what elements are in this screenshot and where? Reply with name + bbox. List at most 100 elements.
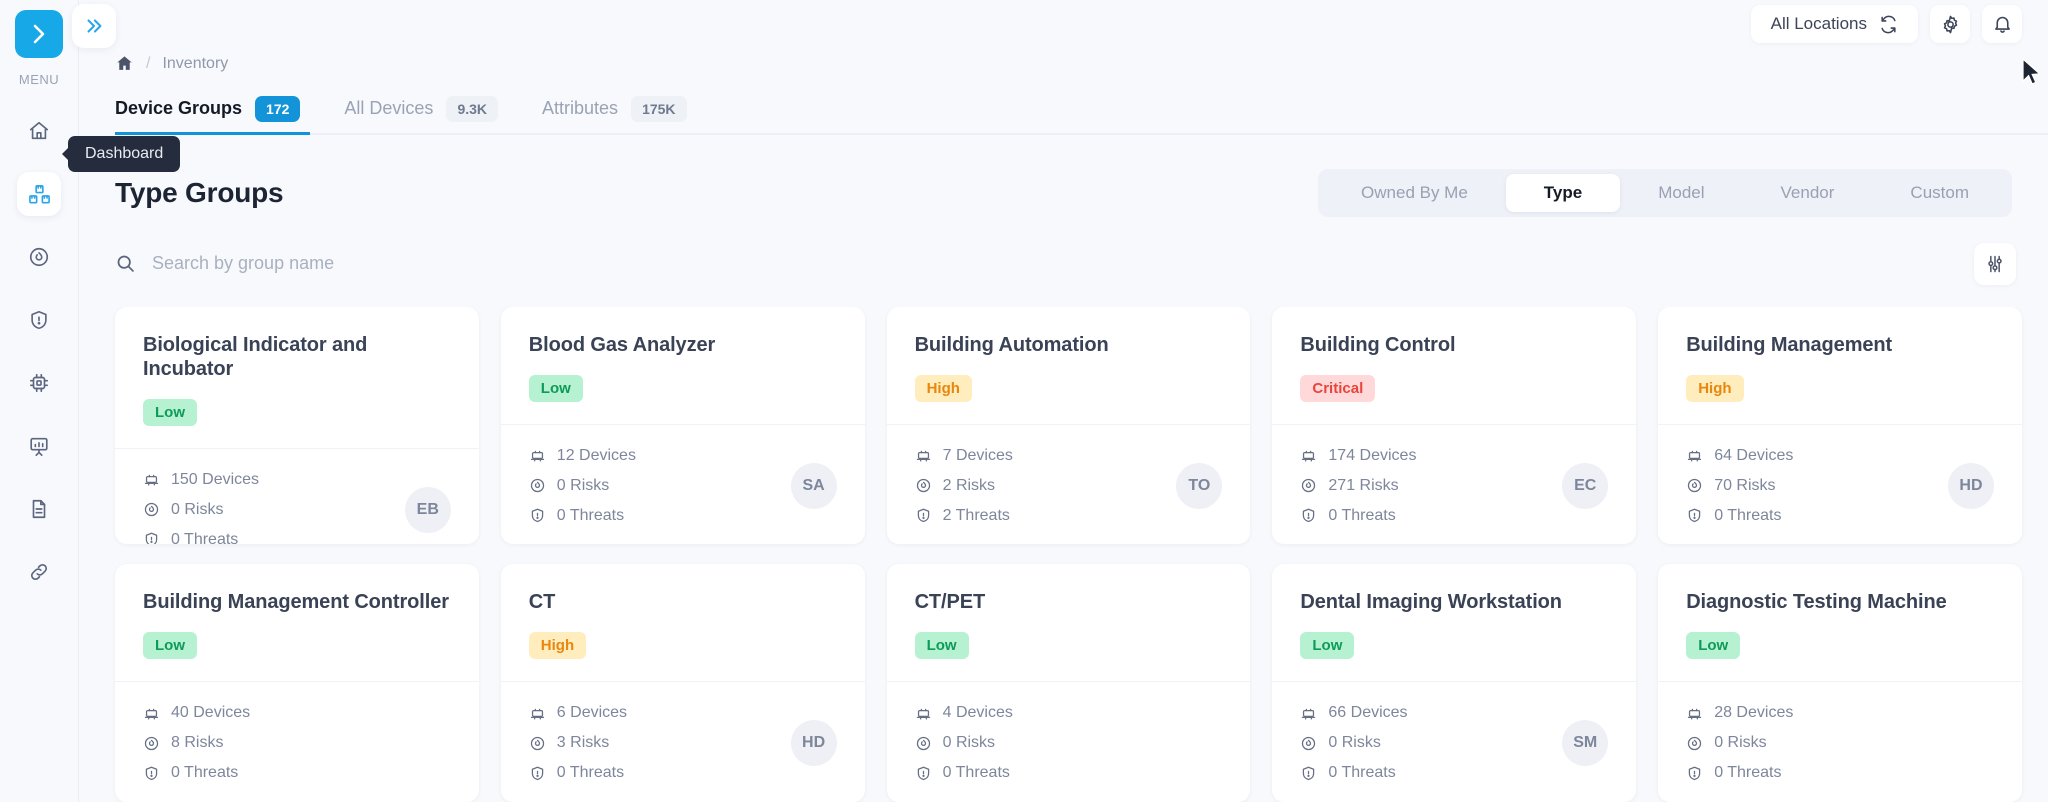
device-group-card-grid: Biological Indicator and Incubator Low 150…	[79, 306, 2048, 802]
stat-risks: 0 Risks	[1686, 734, 1793, 752]
sidebar-item-risk[interactable]	[17, 235, 61, 279]
severity-badge: Low	[1300, 632, 1355, 660]
device-group-card[interactable]: Blood Gas Analyzer Low 12 Devices 0 Risks 0 …	[500, 306, 865, 545]
threats-count: 0 Threats	[1714, 506, 1782, 524]
shield-alert-icon	[915, 507, 932, 524]
threats-count: 0 Threats	[171, 530, 239, 545]
threats-count: 0 Threats	[1714, 764, 1782, 782]
stat-risks: 3 Risks	[529, 734, 627, 752]
avatar: SA	[790, 462, 837, 509]
settings-button[interactable]	[1930, 5, 1970, 43]
segment-type[interactable]: Type	[1505, 173, 1621, 212]
stat-devices: 64 Devices	[1686, 447, 1793, 465]
card-header: CT/PET Low	[887, 564, 1251, 681]
risks-count: 0 Risks	[556, 476, 610, 494]
card-title: Building Control	[1300, 333, 1456, 356]
devices-icon	[1686, 447, 1703, 464]
search-input[interactable]	[152, 253, 672, 275]
threats-count: 0 Threats	[1328, 506, 1396, 524]
device-group-card[interactable]: Biological Indicator and Incubator Low 150…	[115, 306, 479, 545]
card-title: Building Management Controller	[143, 591, 449, 614]
sidebar-item-threats[interactable]	[17, 298, 61, 342]
gear-icon	[1943, 15, 1957, 33]
stat-threats: 2 Threats	[915, 507, 1013, 525]
breadcrumb-separator: /	[146, 54, 151, 72]
devices-count: 4 Devices	[942, 704, 1013, 722]
presentation-chart-icon	[30, 437, 48, 456]
card-stats: 28 Devices 0 Risks 0 Threats	[1686, 704, 1793, 782]
tab-count-badge: 175K	[631, 95, 687, 122]
sidebar-tooltip: Dashboard	[68, 136, 181, 172]
segment-owned-by-me[interactable]: Owned By Me	[1323, 174, 1506, 212]
segment-custom[interactable]: Custom	[1872, 174, 2007, 212]
stat-threats: 0 Threats	[1686, 764, 1793, 782]
home-icon	[117, 56, 132, 71]
devices-count: 12 Devices	[556, 446, 636, 464]
location-label: All Locations	[1770, 14, 1867, 33]
segment-model[interactable]: Model	[1620, 174, 1742, 212]
devices-icon	[143, 705, 160, 722]
avatar: HD	[1947, 462, 1994, 509]
avatar: HD	[790, 720, 837, 767]
sidebar-item-reports[interactable]	[17, 424, 61, 468]
devices-count: 6 Devices	[556, 704, 628, 722]
shield-alert-icon	[529, 507, 546, 524]
severity-badge: Low	[914, 632, 969, 660]
sidebar: MENU	[0, 0, 78, 802]
filter-button[interactable]	[1974, 242, 2016, 285]
tab-all-devices[interactable]: All Devices 9.3K	[322, 95, 520, 135]
devices-icon	[1686, 705, 1703, 722]
card-title: Biological Indicator and Incubator	[143, 333, 368, 380]
location-selector[interactable]: All Locations	[1750, 5, 1918, 43]
segment-vendor[interactable]: Vendor	[1743, 174, 1873, 212]
card-stats-section: 6 Devices 3 Risks 0 Threats HD	[500, 681, 865, 802]
device-group-card[interactable]: CT High 6 Devices 3 Risks 0 Threats HD	[500, 564, 865, 802]
device-group-card[interactable]: Building Control Critical 174 Devices 271 R…	[1272, 306, 1637, 545]
risk-flame-icon	[1686, 735, 1703, 752]
sidebar-item-integrations[interactable]	[17, 550, 61, 594]
app-logo[interactable]	[15, 10, 63, 58]
sidebar-item-dashboard[interactable]	[17, 109, 61, 153]
card-header: CT High	[501, 564, 865, 681]
risks-count: 0 Risks	[1714, 734, 1767, 752]
shield-alert-icon	[1300, 765, 1317, 782]
sidebar-item-inventory[interactable]	[17, 172, 61, 216]
breadcrumb-home-icon[interactable]	[115, 54, 134, 73]
expand-sidebar-button[interactable]	[72, 4, 116, 48]
shield-alert-icon	[143, 531, 160, 545]
device-group-card[interactable]: Building Automation High 7 Devices 2 Risks 2…	[886, 306, 1251, 545]
refresh-icon[interactable]	[1879, 15, 1898, 34]
threats-count: 0 Threats	[556, 764, 625, 782]
stat-devices: 6 Devices	[529, 704, 627, 722]
page-header-row: Type Groups Owned By Me Type Model Vendo…	[79, 168, 2048, 217]
risk-flame-icon	[915, 735, 932, 752]
document-icon	[32, 499, 46, 519]
devices-icon	[1300, 447, 1317, 464]
tab-device-groups[interactable]: Device Groups 172	[115, 95, 322, 135]
card-stats-section: 40 Devices 8 Risks 0 Threats	[115, 681, 479, 802]
card-stats-section: 12 Devices 0 Risks 0 Threats SA	[500, 423, 865, 545]
card-header: Biological Indicator and Incubator Low	[115, 307, 479, 448]
devices-icon	[529, 705, 546, 722]
sidebar-item-devices[interactable]	[17, 361, 61, 405]
device-group-card[interactable]: Dental Imaging Workstation Low 66 Devices 0…	[1272, 564, 1637, 802]
device-group-card[interactable]: Building Management High 64 Devices 70 Risk…	[1658, 306, 2022, 545]
card-stats: 150 Devices 0 Risks 0 Threats	[143, 471, 259, 545]
tab-attributes[interactable]: Attributes 175K	[520, 95, 709, 135]
devices-count: 40 Devices	[171, 704, 251, 722]
sidebar-item-documents[interactable]	[17, 487, 61, 531]
device-group-card[interactable]: CT/PET Low 4 Devices 0 Risks 0 Threats	[886, 564, 1251, 802]
notifications-button[interactable]	[1982, 5, 2022, 43]
card-title: Dental Imaging Workstation	[1300, 591, 1562, 614]
breadcrumb-current[interactable]: Inventory	[162, 55, 228, 73]
severity-badge: High	[528, 632, 587, 660]
device-group-card[interactable]: Building Management Controller Low 40 Devi…	[115, 564, 479, 802]
card-stats-section: 66 Devices 0 Risks 0 Threats SM	[1272, 681, 1637, 802]
device-group-card[interactable]: Diagnostic Testing Machine Low 28 Devices 0…	[1658, 564, 2022, 802]
risks-count: 0 Risks	[1328, 734, 1381, 752]
card-header: Building Management Controller Low	[115, 564, 479, 681]
avatar: EB	[404, 486, 451, 533]
stat-threats: 0 Threats	[1686, 507, 1793, 525]
card-stats-section: 150 Devices 0 Risks 0 Threats EB	[115, 447, 479, 545]
tab-label: Device Groups	[115, 98, 243, 119]
